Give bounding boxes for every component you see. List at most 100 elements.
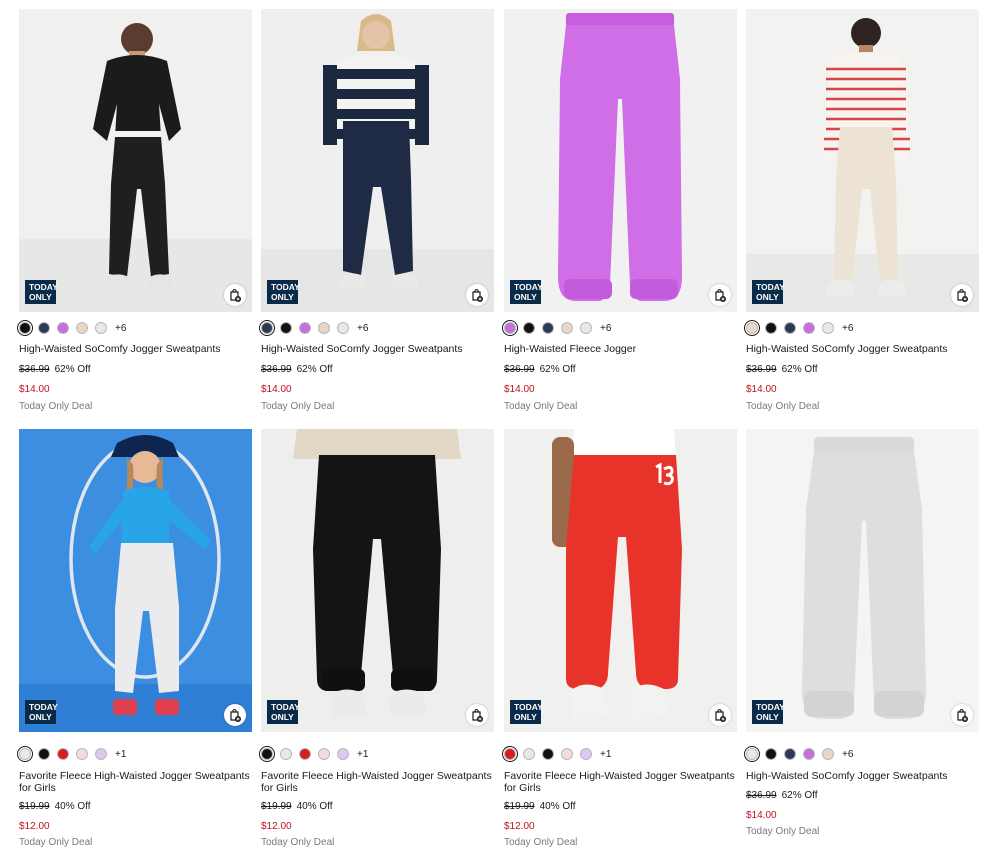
product-image[interactable]: TODAY ONLY bbox=[746, 429, 979, 732]
color-swatch[interactable] bbox=[318, 322, 330, 334]
sale-price: $14.00 bbox=[261, 384, 292, 395]
color-swatch[interactable] bbox=[803, 748, 815, 760]
deal-label: Today Only Deal bbox=[19, 837, 93, 848]
color-swatch[interactable] bbox=[76, 322, 88, 334]
color-swatch[interactable] bbox=[803, 322, 815, 334]
color-swatch[interactable] bbox=[95, 748, 107, 760]
add-to-bag-button[interactable] bbox=[224, 284, 246, 306]
color-swatch[interactable] bbox=[337, 748, 349, 760]
product-title[interactable]: High-Waisted SoComfy Jogger Sweatpants bbox=[19, 343, 255, 356]
color-swatch[interactable] bbox=[337, 322, 349, 334]
color-swatch[interactable] bbox=[501, 745, 519, 763]
color-swatch[interactable] bbox=[501, 319, 519, 337]
product-title[interactable]: Favorite Fleece High-Waisted Jogger Swea… bbox=[19, 770, 255, 794]
add-to-bag-button[interactable] bbox=[224, 704, 246, 726]
color-swatch[interactable] bbox=[38, 748, 50, 760]
product-title[interactable]: High-Waisted Fleece Jogger bbox=[504, 343, 740, 356]
shopping-bag-add-icon bbox=[472, 288, 483, 302]
color-swatch[interactable] bbox=[299, 748, 311, 760]
product-title[interactable]: High-Waisted SoComfy Jogger Sweatpants bbox=[746, 770, 982, 783]
color-swatches: +1 bbox=[16, 745, 126, 763]
color-swatch[interactable] bbox=[561, 322, 573, 334]
today-only-badge: TODAY ONLY bbox=[510, 280, 543, 304]
shopping-bag-add-icon bbox=[230, 288, 241, 302]
discount-label: 62% Off bbox=[781, 364, 818, 375]
today-only-badge: TODAY ONLY bbox=[25, 700, 58, 724]
product-image[interactable]: TODAY ONLY bbox=[504, 9, 737, 312]
add-to-bag-button[interactable] bbox=[709, 704, 731, 726]
color-swatch[interactable] bbox=[542, 322, 554, 334]
product-image[interactable]: TODAY ONLY bbox=[504, 429, 737, 732]
color-swatch[interactable] bbox=[523, 322, 535, 334]
color-swatch[interactable] bbox=[822, 322, 834, 334]
color-swatches: +6 bbox=[16, 319, 126, 337]
more-colors-count[interactable]: +1 bbox=[357, 749, 368, 760]
price-row: $19.99 40% Off bbox=[19, 801, 91, 812]
add-to-bag-button[interactable] bbox=[709, 284, 731, 306]
color-swatch[interactable] bbox=[57, 322, 69, 334]
color-swatch[interactable] bbox=[765, 322, 777, 334]
shopping-bag-add-icon bbox=[957, 288, 968, 302]
more-colors-count[interactable]: +6 bbox=[115, 323, 126, 334]
color-swatch[interactable] bbox=[95, 322, 107, 334]
product-title[interactable]: Favorite Fleece High-Waisted Jogger Swea… bbox=[261, 770, 497, 794]
discount-label: 62% Off bbox=[54, 364, 91, 375]
color-swatch[interactable] bbox=[822, 748, 834, 760]
add-to-bag-button[interactable] bbox=[951, 284, 973, 306]
add-to-bag-button[interactable] bbox=[951, 704, 973, 726]
product-image[interactable]: TODAY ONLY bbox=[746, 9, 979, 312]
today-only-badge: TODAY ONLY bbox=[267, 280, 300, 304]
color-swatch[interactable] bbox=[318, 748, 330, 760]
more-colors-count[interactable]: +6 bbox=[842, 323, 853, 334]
today-only-badge: TODAY ONLY bbox=[267, 700, 300, 724]
more-colors-count[interactable]: +6 bbox=[600, 323, 611, 334]
product-image[interactable]: TODAY ONLY bbox=[19, 429, 252, 732]
color-swatch[interactable] bbox=[580, 748, 592, 760]
product-title[interactable]: High-Waisted SoComfy Jogger Sweatpants bbox=[261, 343, 497, 356]
color-swatch[interactable] bbox=[57, 748, 69, 760]
more-colors-count[interactable]: +1 bbox=[115, 749, 126, 760]
shopping-bag-add-icon bbox=[957, 708, 968, 722]
deal-label: Today Only Deal bbox=[261, 401, 335, 412]
product-title[interactable]: Favorite Fleece High-Waisted Jogger Swea… bbox=[504, 770, 740, 794]
original-price: $19.99 bbox=[504, 801, 535, 812]
color-swatch[interactable] bbox=[561, 748, 573, 760]
color-swatch[interactable] bbox=[743, 745, 761, 763]
color-swatch[interactable] bbox=[784, 322, 796, 334]
color-swatch[interactable] bbox=[299, 322, 311, 334]
add-to-bag-button[interactable] bbox=[466, 704, 488, 726]
color-swatches: +6 bbox=[258, 319, 368, 337]
deal-label: Today Only Deal bbox=[504, 837, 578, 848]
color-swatch[interactable] bbox=[16, 745, 34, 763]
product-image[interactable]: TODAY ONLY bbox=[261, 429, 494, 732]
product-title[interactable]: High-Waisted SoComfy Jogger Sweatpants bbox=[746, 343, 982, 356]
color-swatch[interactable] bbox=[258, 319, 276, 337]
color-swatch[interactable] bbox=[542, 748, 554, 760]
today-only-badge: TODAY ONLY bbox=[510, 700, 543, 724]
color-swatch[interactable] bbox=[280, 322, 292, 334]
deal-label: Today Only Deal bbox=[261, 837, 335, 848]
today-only-badge: TODAY ONLY bbox=[25, 280, 58, 304]
color-swatch[interactable] bbox=[76, 748, 88, 760]
product-image[interactable]: TODAY ONLY bbox=[19, 9, 252, 312]
price-row: $19.99 40% Off bbox=[261, 801, 333, 812]
color-swatch[interactable] bbox=[280, 748, 292, 760]
color-swatch[interactable] bbox=[258, 745, 276, 763]
product-image[interactable]: TODAY ONLY bbox=[261, 9, 494, 312]
color-swatches: +6 bbox=[743, 745, 853, 763]
color-swatches: +1 bbox=[501, 745, 611, 763]
add-to-bag-button[interactable] bbox=[466, 284, 488, 306]
price-row: $36.99 62% Off bbox=[19, 364, 91, 375]
color-swatch[interactable] bbox=[523, 748, 535, 760]
color-swatch[interactable] bbox=[765, 748, 777, 760]
more-colors-count[interactable]: +1 bbox=[600, 749, 611, 760]
color-swatch[interactable] bbox=[784, 748, 796, 760]
sale-price: $14.00 bbox=[746, 810, 777, 821]
color-swatch[interactable] bbox=[38, 322, 50, 334]
discount-label: 62% Off bbox=[781, 790, 818, 801]
color-swatch[interactable] bbox=[16, 319, 34, 337]
color-swatch[interactable] bbox=[743, 319, 761, 337]
color-swatch[interactable] bbox=[580, 322, 592, 334]
more-colors-count[interactable]: +6 bbox=[842, 749, 853, 760]
more-colors-count[interactable]: +6 bbox=[357, 323, 368, 334]
